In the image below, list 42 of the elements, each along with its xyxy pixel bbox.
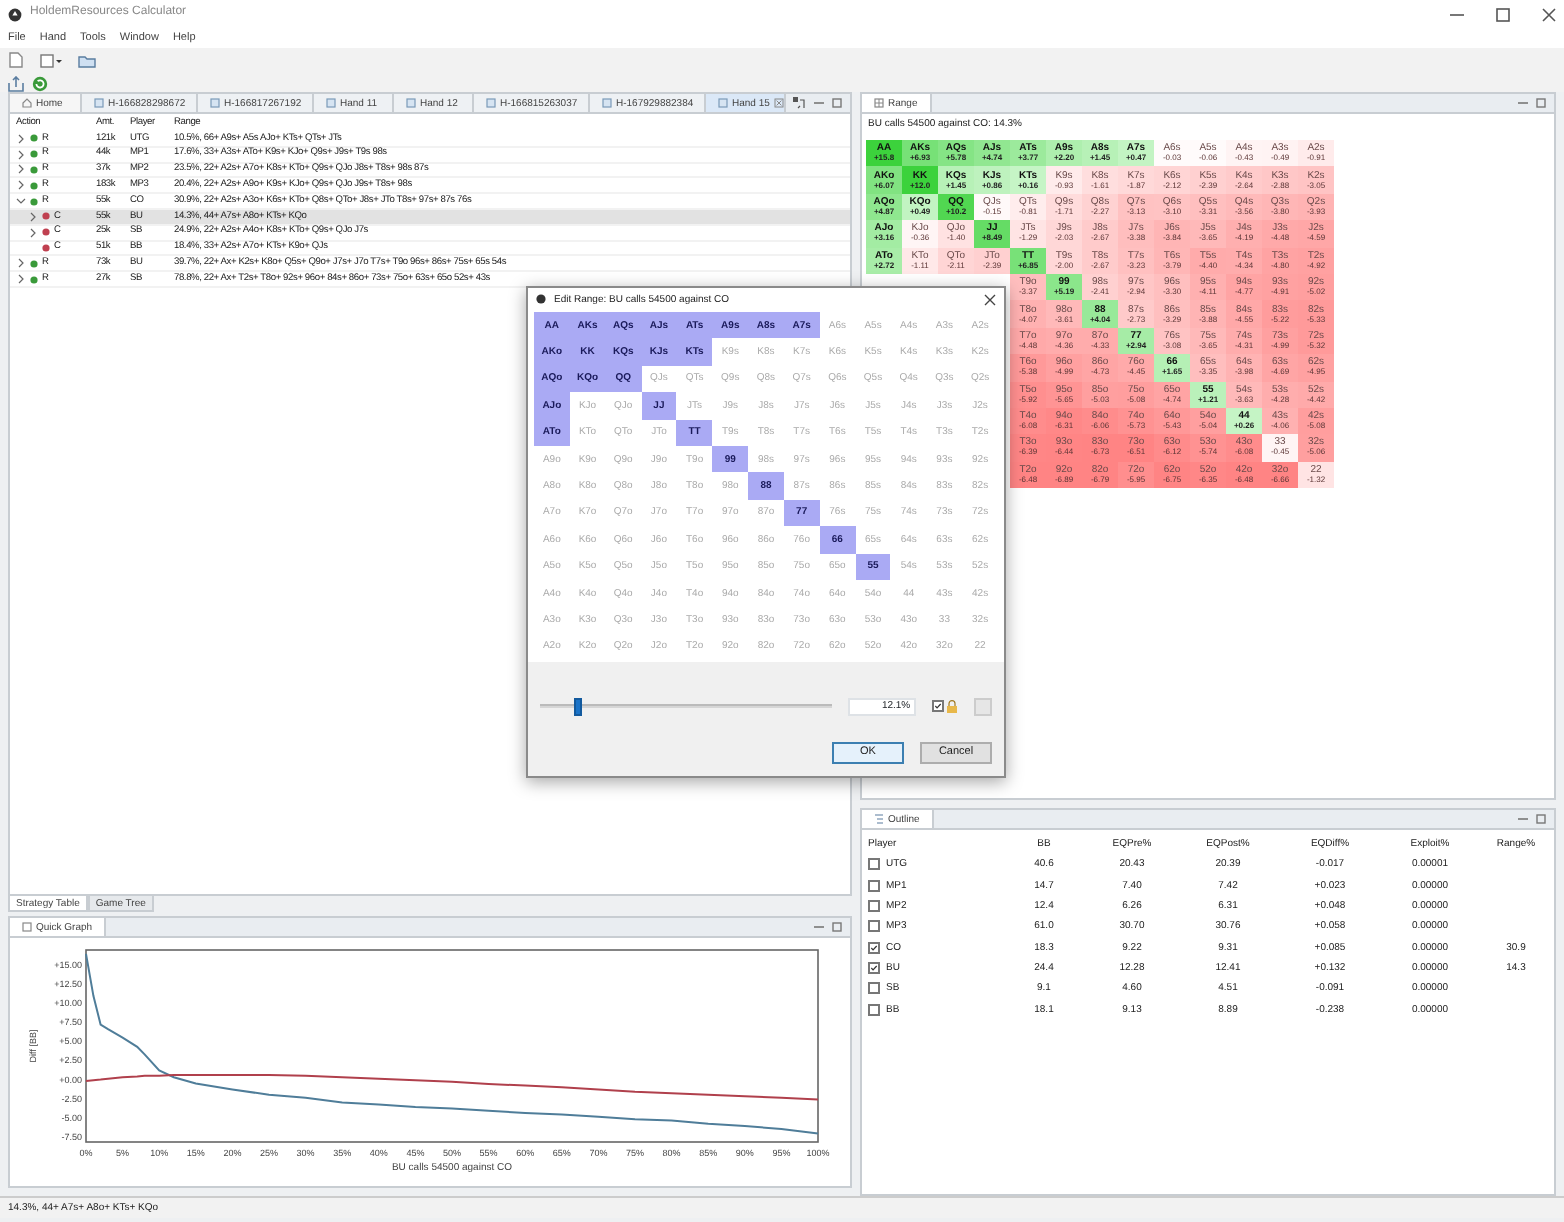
- maximize-icon[interactable]: [832, 922, 842, 932]
- minimize-icon[interactable]: [1518, 814, 1528, 824]
- collapse-icon[interactable]: [16, 196, 26, 207]
- new-file-icon[interactable]: [8, 52, 24, 68]
- new-dropdown-icon[interactable]: [40, 52, 62, 68]
- app-logo-icon: [536, 294, 546, 304]
- app-logo-icon: [8, 7, 22, 21]
- expand-icon[interactable]: [16, 180, 26, 191]
- checkbox[interactable]: [868, 941, 880, 954]
- expand-icon[interactable]: [16, 164, 26, 175]
- expand-icon[interactable]: [28, 227, 38, 238]
- expand-icon[interactable]: [16, 149, 26, 160]
- maximize-icon[interactable]: [832, 98, 842, 108]
- checkbox[interactable]: [868, 879, 880, 892]
- expand-icon[interactable]: [16, 133, 26, 144]
- expand-icon[interactable]: [16, 274, 26, 285]
- checkbox[interactable]: [868, 920, 880, 933]
- maximize-icon[interactable]: [1536, 98, 1546, 108]
- expand-icon[interactable]: [28, 211, 38, 222]
- minimize-icon[interactable]: [814, 98, 824, 108]
- close-icon[interactable]: [984, 293, 996, 305]
- checkbox[interactable]: [932, 700, 945, 713]
- maximize-icon[interactable]: [1536, 814, 1546, 824]
- refresh-icon[interactable]: [32, 76, 48, 92]
- grid-icon: [874, 98, 884, 108]
- close-icon[interactable]: [1542, 7, 1556, 21]
- checkbox[interactable]: [868, 982, 880, 995]
- lock-icon: [946, 699, 959, 714]
- minimize-icon[interactable]: [814, 922, 824, 932]
- tab-list-icon[interactable]: [792, 96, 806, 110]
- minimize-icon[interactable]: [1518, 98, 1528, 108]
- export-icon[interactable]: [8, 76, 24, 92]
- checkbox[interactable]: [868, 961, 880, 974]
- outline-icon: [874, 814, 884, 824]
- checkbox[interactable]: [868, 1003, 880, 1016]
- slider-thumb[interactable]: [573, 698, 582, 717]
- home-icon: [22, 98, 32, 108]
- maximize-icon[interactable]: [1496, 7, 1510, 21]
- checkbox[interactable]: [868, 858, 880, 871]
- folder-icon[interactable]: [78, 52, 96, 68]
- checkbox[interactable]: [868, 900, 880, 913]
- expand-icon[interactable]: [16, 258, 26, 269]
